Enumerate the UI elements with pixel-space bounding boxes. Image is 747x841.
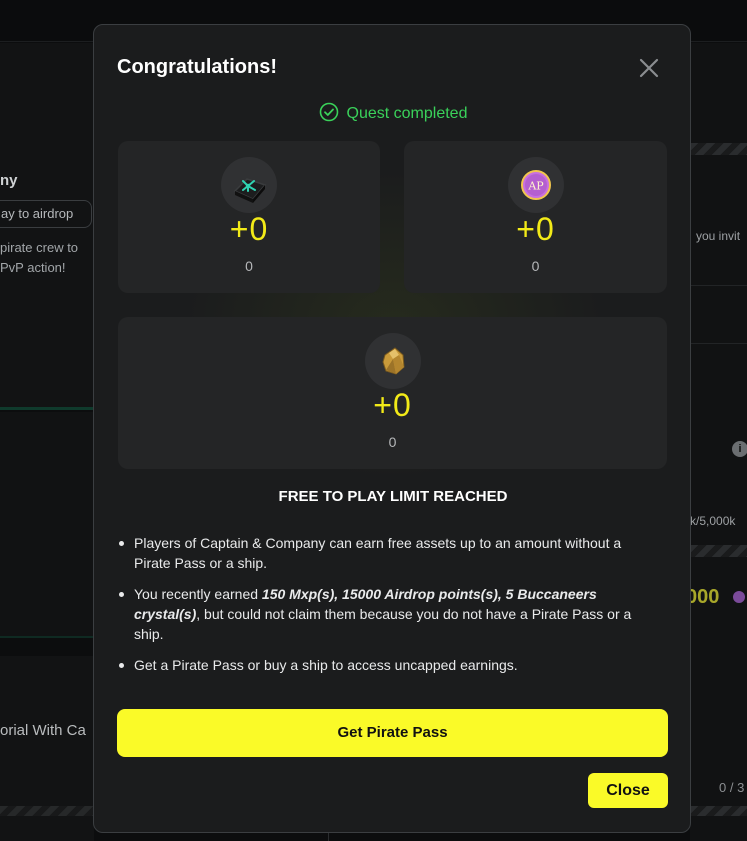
background-card-pill: ay to airdrop: [0, 200, 92, 228]
reward-total: 0: [388, 434, 397, 450]
quest-status-label: Quest completed: [346, 105, 468, 122]
background-right-text: you invit: [696, 229, 741, 243]
divider: [690, 285, 747, 286]
info-icon: i: [732, 441, 747, 457]
background-right-yellow-value: 000: [686, 586, 720, 608]
limit-heading: FREE TO PLAY LIMIT REACHED: [278, 488, 508, 505]
reward-card-crystal: +0 0: [118, 317, 667, 469]
background-striped-bar: [690, 545, 747, 557]
background-striped-bar: [690, 143, 747, 155]
modal-title: Congratulations!: [117, 56, 277, 78]
ap-coin-text: AP: [527, 180, 544, 193]
divider: [690, 343, 747, 344]
reward-amount: +0: [229, 211, 269, 247]
divider: [328, 832, 329, 841]
background-right-progress: 0 / 3: [719, 780, 745, 795]
get-pirate-pass-button[interactable]: Get Pirate Pass: [117, 709, 668, 757]
reward-card-relic: +0 0: [118, 141, 380, 293]
reward-total: 0: [531, 258, 540, 274]
background-card-title: ny: [0, 172, 18, 189]
list-item: Players of Captain & Company can earn fr…: [117, 533, 657, 573]
background-striped-progress: [0, 806, 94, 816]
reward-amount: +0: [373, 387, 412, 423]
list-item-text: Get a Pirate Pass or buy a ship to acces…: [134, 657, 518, 673]
list-item-text-post: , but could not claim them because you d…: [134, 606, 632, 642]
background-card-description: pirate crew to PvP action!: [0, 240, 79, 275]
congratulations-modal: Congratulations! Quest completed +0 0 AP…: [93, 24, 691, 833]
background-tutorial-title: orial With Ca: [0, 722, 86, 739]
limit-info-list: Players of Captain & Company can earn fr…: [117, 533, 657, 686]
reward-total: 0: [245, 258, 253, 274]
list-item-text-pre: You recently earned: [134, 586, 262, 602]
reward-card-airdrop-points: AP +0 0: [404, 141, 667, 293]
check-circle-icon: [319, 102, 339, 127]
list-item: Get a Pirate Pass or buy a ship to acces…: [117, 655, 657, 675]
airdrop-points-coin-icon: AP: [507, 157, 564, 213]
close-button[interactable]: Close: [588, 773, 668, 808]
relic-chest-icon: [221, 157, 277, 213]
list-item-text: Players of Captain & Company can earn fr…: [134, 535, 622, 571]
list-item: You recently earned 150 Mxp(s), 15000 Ai…: [117, 584, 657, 644]
reward-amount: +0: [516, 211, 555, 247]
buccaneers-crystal-icon: [364, 333, 421, 389]
quest-status: Quest completed: [94, 102, 690, 127]
ap-coin-icon: [733, 591, 745, 603]
background-right-count: k/5,000k: [690, 514, 736, 528]
background-striped-bar: [690, 806, 747, 816]
background-card-2: [0, 412, 94, 638]
close-icon[interactable]: [637, 56, 661, 80]
